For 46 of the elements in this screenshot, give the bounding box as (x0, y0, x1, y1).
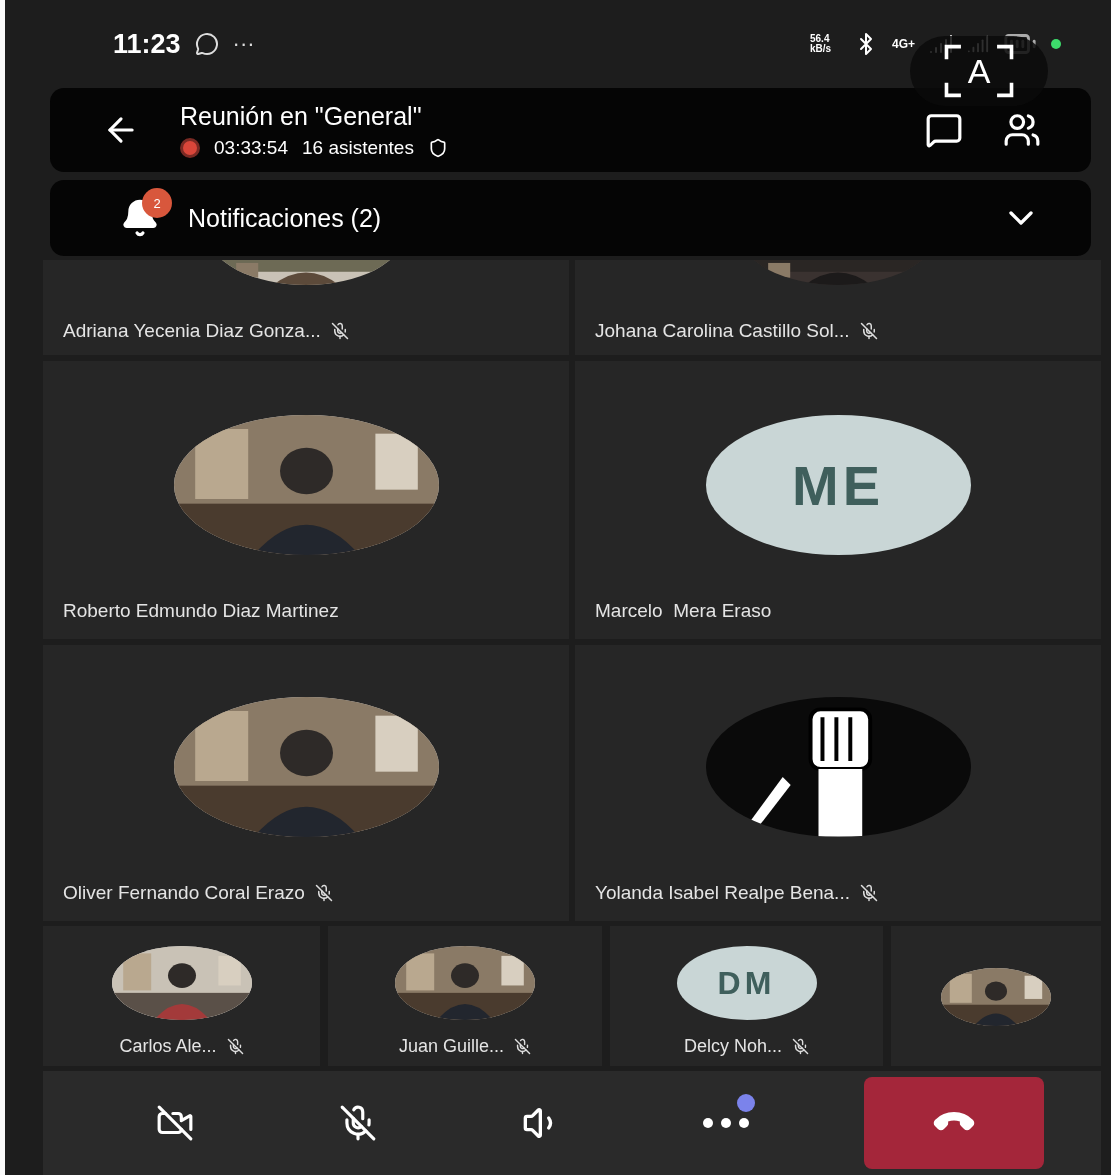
participant-name: Delcy Noh... (683, 1035, 782, 1057)
mic-off-icon (792, 1037, 809, 1055)
participant-tile[interactable]: ME Marcelo Mera Eraso (575, 361, 1101, 639)
participant-tile[interactable]: DM Delcy Noh... (610, 926, 883, 1066)
participant-tile[interactable]: Roberto Edmundo Diaz Martinez (43, 361, 569, 639)
more-notifications: ··· (232, 31, 255, 57)
participant-name: Juan Guille... (398, 1035, 505, 1057)
participant-name: Oliver Fernando Coral Erazo (63, 882, 305, 904)
participant-tile[interactable]: Adriana Yecenia Diaz Gonza... (43, 260, 569, 355)
participant-tile[interactable]: Juan Guille... (328, 926, 602, 1066)
more-icon (700, 1116, 751, 1130)
notification-badge: 2 (142, 188, 172, 218)
notification-dot (736, 1094, 755, 1112)
participant-name: Marcelo Mera Eraso (595, 600, 772, 622)
participant-tile[interactable]: Carlos Ale... (43, 926, 320, 1066)
mic-off-icon (226, 1037, 244, 1055)
participant-name: Roberto Edmundo Diaz Martinez (63, 600, 339, 622)
hang-up-button[interactable] (864, 1077, 1045, 1169)
chat-bubble-icon (194, 32, 219, 56)
mic-off-icon (339, 1104, 378, 1142)
status-dot (1051, 39, 1061, 49)
participant-tile[interactable]: Yolanda Isabel Realpe Bena... (575, 645, 1101, 921)
camera-off-icon (155, 1104, 194, 1142)
participant-name: Yolanda Isabel Realpe Bena... (595, 882, 850, 904)
meeting-title: Reunión en "General" (180, 101, 423, 131)
participant-tile[interactable] (891, 926, 1101, 1066)
participant-name: Carlos Ale... (119, 1035, 217, 1057)
avatar-initials: ME (792, 452, 884, 518)
participant-tile[interactable]: Oliver Fernando Coral Erazo (43, 645, 569, 921)
notifications-label: Notificaciones (2) (188, 203, 383, 233)
participant-name: Johana Carolina Castillo Sol... (595, 320, 850, 342)
mic-off-icon (330, 322, 349, 340)
mic-off-icon (514, 1037, 532, 1055)
avatar-initials: DM (717, 964, 776, 1002)
mic-off-icon (859, 322, 878, 340)
notifications-bar[interactable]: 2 Notificaciones (2) (50, 180, 1091, 256)
participants-button[interactable] (1003, 111, 1041, 149)
participant-tile[interactable]: Johana Carolina Castillo Sol... (575, 260, 1101, 355)
mic-off-icon (314, 884, 333, 902)
participant-name: Adriana Yecenia Diaz Gonza... (63, 320, 321, 342)
mic-off-icon (859, 884, 878, 902)
data-speed: 56.4 kB/s (810, 34, 833, 54)
meeting-duration: 03:33:54 (214, 136, 288, 159)
attendee-count: 16 asistentes (301, 136, 414, 159)
clock: 11:23 (113, 28, 181, 60)
chat-button[interactable] (925, 111, 963, 149)
